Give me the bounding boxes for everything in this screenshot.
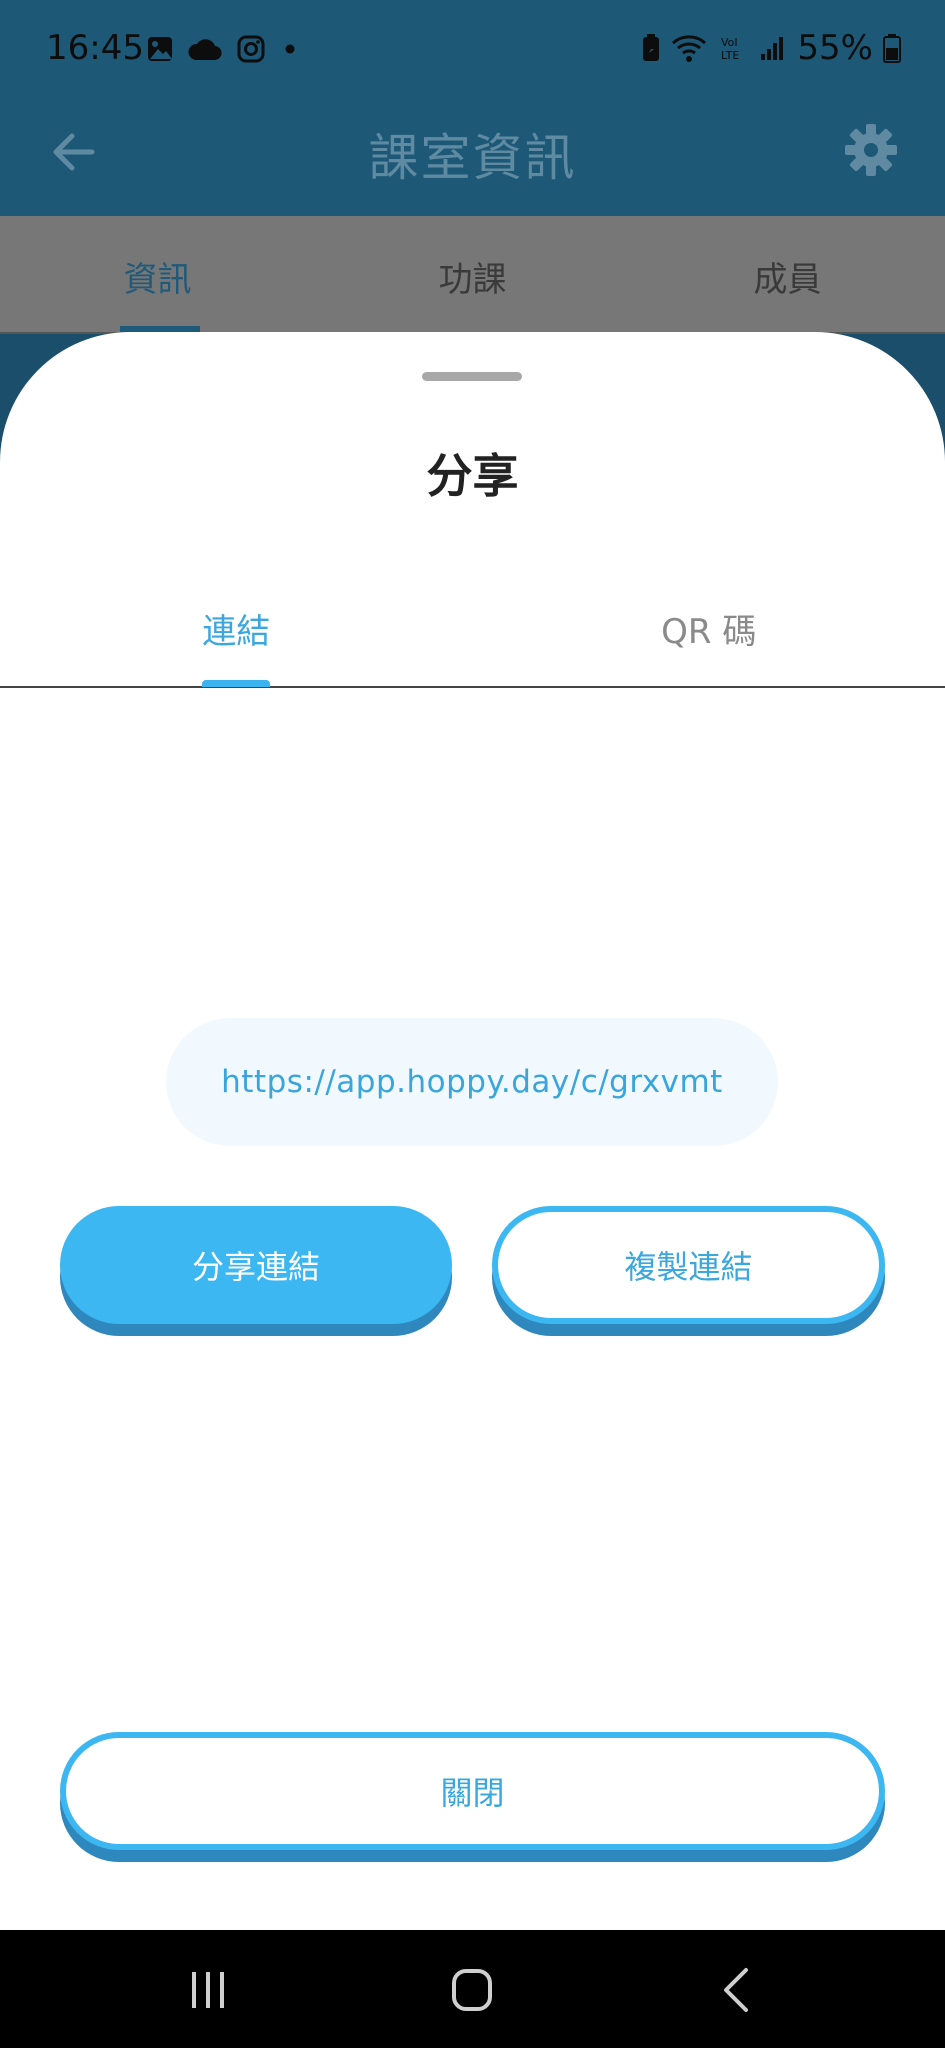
cloud-icon bbox=[188, 39, 222, 61]
tab-members[interactable]: 成員 bbox=[630, 216, 945, 332]
tab-qr-code[interactable]: QR 碼 bbox=[473, 582, 945, 686]
share-tab-indicator bbox=[202, 680, 270, 687]
close-button[interactable]: 關閉 bbox=[60, 1732, 885, 1850]
battery-percent: 55% bbox=[797, 28, 873, 68]
instagram-icon bbox=[237, 35, 265, 63]
share-link-field[interactable]: https://app.hoppy.day/c/grxvmt bbox=[166, 1018, 778, 1146]
dot-icon bbox=[285, 44, 295, 54]
nav-back-button[interactable] bbox=[708, 1962, 768, 2018]
tab-link[interactable]: 連結 bbox=[0, 582, 473, 686]
home-icon bbox=[452, 1969, 492, 2011]
tab-homework[interactable]: 功課 bbox=[315, 216, 630, 332]
copy-link-button[interactable]: 複製連結 bbox=[492, 1206, 885, 1324]
battery-saver-icon bbox=[643, 34, 660, 61]
tab-info[interactable]: 資訊 bbox=[0, 216, 315, 332]
drag-handle[interactable] bbox=[422, 372, 522, 381]
svg-text:VoI: VoI bbox=[721, 36, 738, 49]
top-tabs: 資訊 功課 成員 bbox=[0, 216, 945, 334]
gear-icon bbox=[845, 124, 897, 176]
status-bar: 16:45 VoI LTE 55% bbox=[0, 0, 945, 100]
page-title: 課室資訊 bbox=[368, 129, 577, 187]
notification-icons bbox=[146, 34, 300, 64]
share-tabs: 連結 QR 碼 bbox=[0, 582, 945, 688]
back-icon bbox=[724, 1968, 748, 2012]
settings-button[interactable] bbox=[841, 120, 901, 180]
status-time: 16:45 bbox=[46, 28, 144, 68]
app-bar: 課室資訊 bbox=[0, 100, 945, 216]
sheet-title: 分享 bbox=[426, 449, 519, 503]
system-nav-bar bbox=[0, 1930, 945, 2048]
recents-icon bbox=[192, 1972, 224, 2008]
home-button[interactable] bbox=[442, 1962, 502, 2018]
recents-button[interactable] bbox=[178, 1962, 238, 2018]
share-sheet: 分享 連結 QR 碼 https://app.hoppy.day/c/grxvm… bbox=[0, 332, 945, 1930]
signal-icon bbox=[761, 37, 784, 60]
system-status-icons: VoI LTE 55% bbox=[641, 28, 901, 68]
image-icon bbox=[148, 37, 172, 61]
svg-text:LTE: LTE bbox=[721, 49, 739, 62]
wifi-icon bbox=[672, 35, 707, 62]
share-link-button[interactable]: 分享連結 bbox=[60, 1206, 452, 1324]
battery-icon bbox=[883, 34, 901, 63]
volte-icon: VoI LTE bbox=[721, 36, 739, 62]
